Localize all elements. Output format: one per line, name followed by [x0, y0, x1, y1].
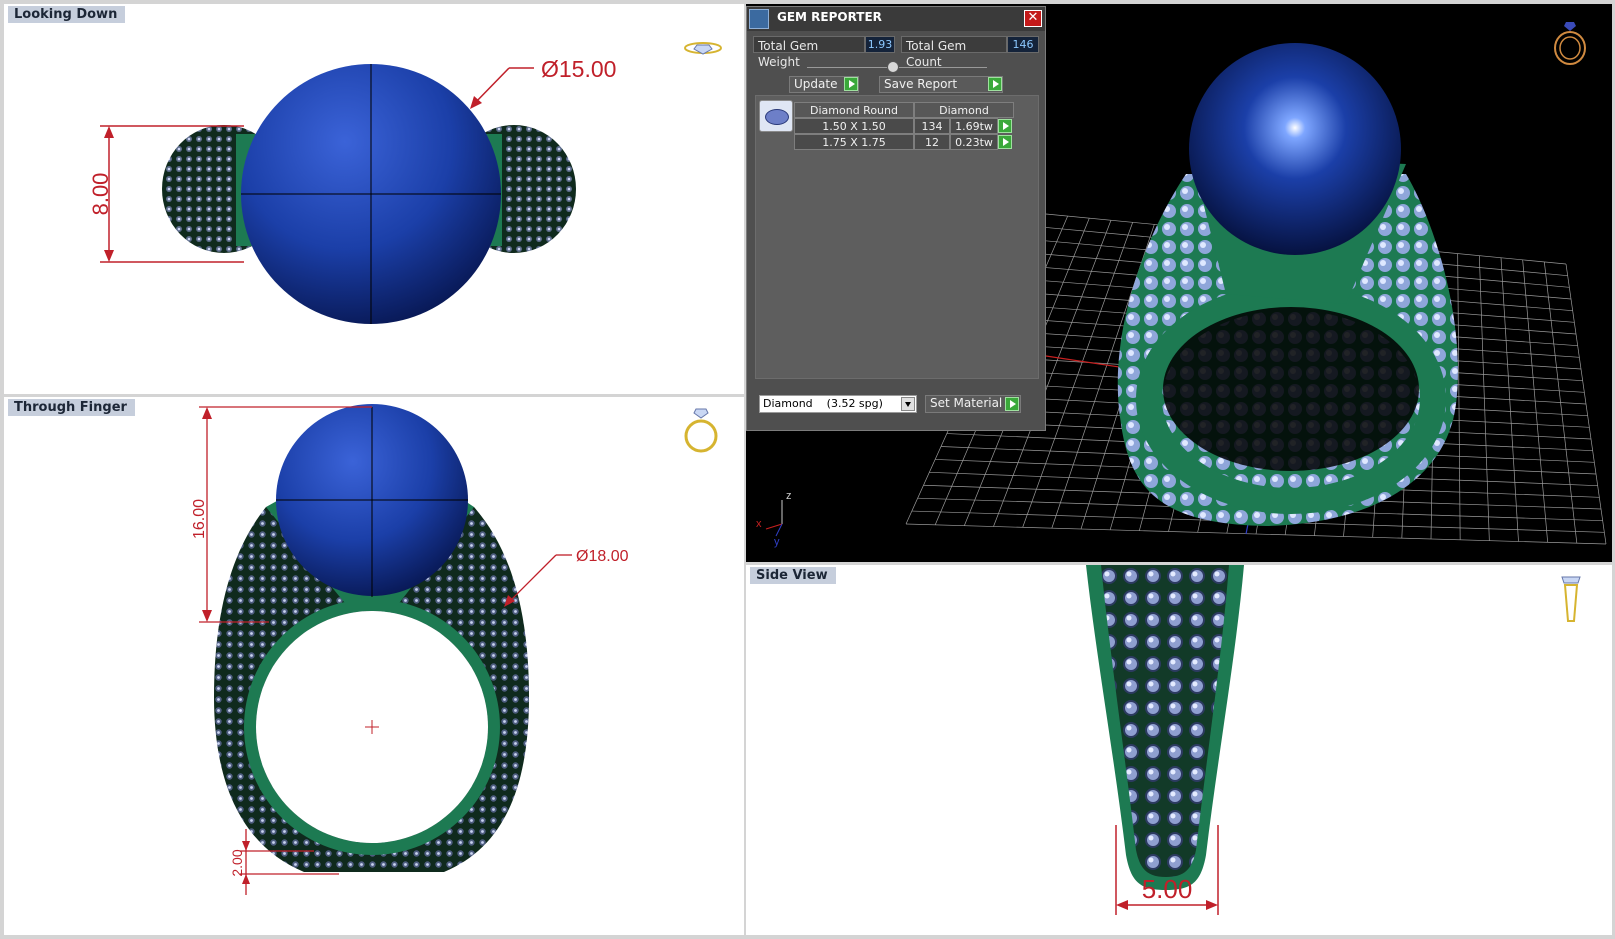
total-gem-weight-label: Total Gem Weight — [753, 36, 865, 69]
slider-knob[interactable] — [887, 61, 899, 73]
viewport-title: Through Finger — [8, 399, 135, 416]
set-material-go-icon[interactable] — [1005, 397, 1019, 411]
update-button-label: Update — [794, 77, 838, 91]
dim-diameter-label: Ø15.00 — [541, 56, 616, 82]
ring-top-view-icon — [684, 42, 722, 55]
update-go-icon[interactable] — [844, 77, 858, 91]
dimension-diameter-leader — [470, 67, 534, 109]
viewport-through-finger[interactable]: 16.00 Ø18.00 2.00 Through Finger — [4, 397, 744, 935]
gem-header-material: Diamond — [914, 102, 1014, 118]
looking-down-render: 8.00 Ø15.00 — [88, 42, 722, 324]
material-select-value: Diamond (3.52 spg) — [763, 397, 883, 410]
dim-shank-label: 2.00 — [229, 849, 245, 876]
dim-height-label: 16.00 — [191, 499, 208, 539]
grid-line — [1522, 259, 1549, 543]
gem-row-size: 1.50 X 1.50 — [794, 118, 914, 134]
ring-perspective-icon — [1554, 22, 1586, 65]
gem-row-weight: 0.23tw — [950, 134, 998, 150]
gem-reporter-logo-icon — [749, 9, 769, 29]
axis-label-y: y — [774, 536, 780, 548]
total-gem-count-label: Total Gem Count — [901, 36, 1007, 69]
save-report-button[interactable]: Save Report — [879, 76, 1003, 93]
axis-label-z: z — [786, 490, 792, 502]
grid-line — [905, 523, 1607, 545]
dim-height-label: 8.00 — [88, 173, 113, 216]
side-pave-gems — [1101, 565, 1229, 877]
gem-header-cut: Diamond Round — [794, 102, 914, 118]
save-report-button-label: Save Report — [884, 77, 958, 91]
axis-gizmo: z x y — [756, 490, 792, 548]
grid-line — [1500, 257, 1519, 542]
material-select[interactable]: Diamond (3.52 spg) — [759, 395, 917, 413]
gem-row-size: 1.75 X 1.75 — [794, 134, 914, 150]
viewport-side-view[interactable]: 5.00 Side View — [746, 565, 1612, 935]
dim-width-label: 5.00 — [1142, 874, 1193, 904]
viewport-title: Looking Down — [8, 6, 126, 23]
save-report-go-icon[interactable] — [988, 77, 1002, 91]
viewport-title: Side View — [750, 567, 836, 584]
gem-row-go-icon[interactable] — [998, 119, 1012, 133]
pearl — [1189, 43, 1401, 255]
side-view-render: 5.00 — [1086, 565, 1581, 915]
total-gem-weight-value: 1.93 — [865, 36, 895, 53]
gem-row-weight: 1.69tw — [950, 118, 998, 134]
axis-label-x: x — [756, 518, 762, 530]
gem-reporter-titlebar[interactable]: GEM REPORTER ✕ — [747, 7, 1045, 31]
chevron-down-icon[interactable] — [901, 397, 915, 411]
viewport-looking-down[interactable]: 8.00 Ø15.00 Looking Down — [4, 4, 744, 394]
ring-side-view-icon — [1561, 576, 1581, 622]
dim-diameter-label: Ø18.00 — [576, 548, 629, 565]
close-icon[interactable]: ✕ — [1024, 10, 1042, 27]
ring-front-view-icon — [684, 408, 718, 453]
finger-opening — [1163, 307, 1419, 471]
set-material-button-label: Set Material — [930, 396, 1003, 410]
gem-row-go-icon[interactable] — [998, 135, 1012, 149]
gem-reporter-panel[interactable]: GEM REPORTER ✕ Total Gem Weight 1.93 Tot… — [746, 6, 1046, 431]
total-gem-count-value: 146 — [1007, 36, 1039, 53]
gem-list: Diamond Round Diamond 1.50 X 1.50 134 1.… — [755, 95, 1039, 379]
gem-row-count: 134 — [914, 118, 950, 134]
gem-reporter-title: GEM REPORTER — [777, 10, 882, 24]
through-finger-render: 16.00 Ø18.00 2.00 — [191, 404, 718, 895]
round-diamond-thumbnail-icon[interactable] — [759, 100, 793, 132]
gem-row-count: 12 — [914, 134, 950, 150]
